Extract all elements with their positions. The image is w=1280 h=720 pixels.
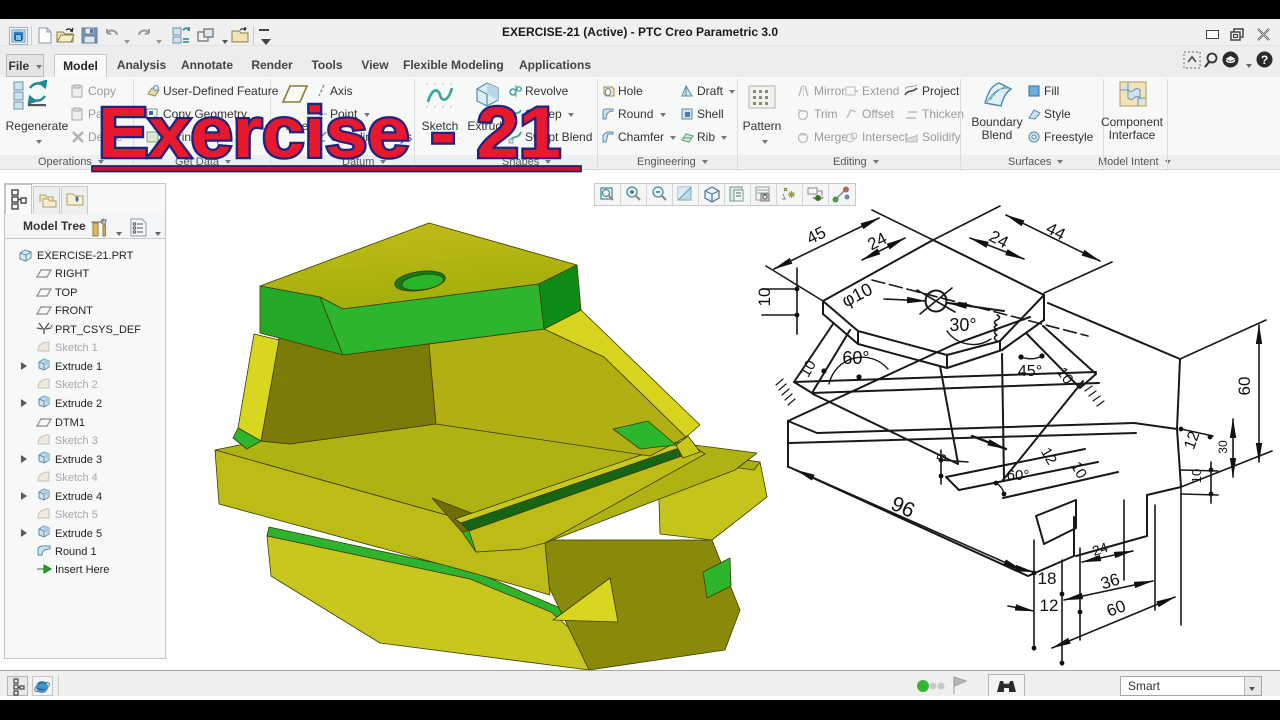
svg-text:φ10: φ10 bbox=[838, 279, 875, 311]
svg-text:10: 10 bbox=[1189, 469, 1204, 483]
svg-text:18: 18 bbox=[1038, 569, 1057, 588]
svg-text:60°: 60° bbox=[1007, 467, 1030, 484]
svg-text:30: 30 bbox=[1216, 440, 1230, 454]
svg-text:30°: 30° bbox=[949, 315, 976, 335]
svg-text:60: 60 bbox=[1104, 596, 1128, 620]
svg-text:24: 24 bbox=[864, 229, 889, 255]
svg-text:96: 96 bbox=[887, 492, 918, 523]
svg-text:12: 12 bbox=[1040, 596, 1059, 615]
svg-text:?: ? bbox=[1261, 53, 1268, 67]
svg-text:24: 24 bbox=[986, 227, 1011, 253]
svg-text:Exercise - 21: Exercise - 21 bbox=[98, 94, 561, 173]
svg-text:44: 44 bbox=[1043, 219, 1068, 245]
svg-text:45°: 45° bbox=[1018, 363, 1042, 380]
svg-text:60°: 60° bbox=[842, 348, 869, 368]
svg-text:10: 10 bbox=[755, 288, 774, 307]
svg-text:10: 10 bbox=[797, 357, 820, 380]
svg-text:60: 60 bbox=[1235, 377, 1254, 396]
svg-text:5: 5 bbox=[933, 452, 949, 462]
svg-text:36: 36 bbox=[1098, 570, 1122, 594]
svg-text:12: 12 bbox=[1037, 445, 1060, 468]
